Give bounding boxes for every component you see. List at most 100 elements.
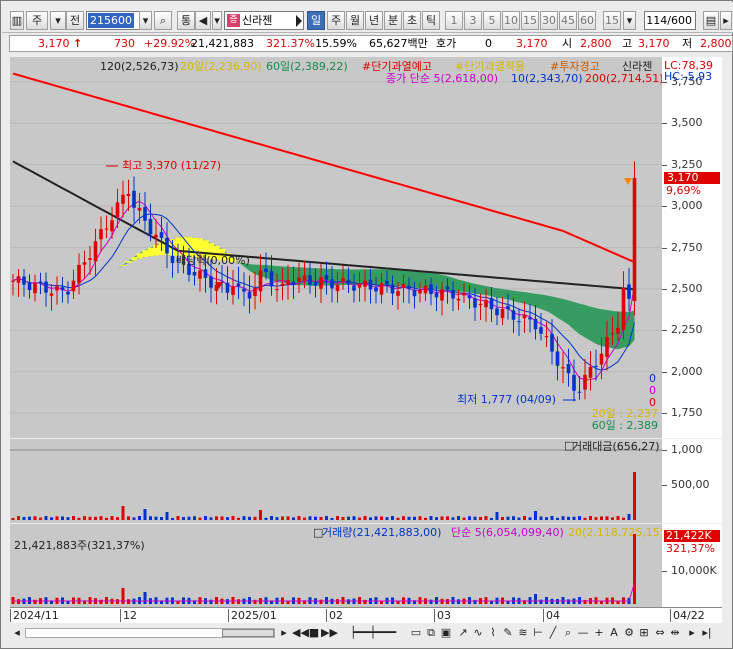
- minute-button-3[interactable]: 10: [502, 11, 520, 30]
- zoom-icon[interactable]: ⌕: [561, 625, 575, 641]
- overlay-icon[interactable]: ▣: [439, 625, 453, 641]
- ruler-icon[interactable]: ⊢: [531, 625, 545, 641]
- candle-body: [561, 367, 565, 369]
- period-button-1[interactable]: 주: [327, 11, 345, 30]
- minute-button-8[interactable]: 15: [603, 11, 621, 30]
- trade-value-bar: [226, 517, 229, 520]
- volume-ratio: 321.37%: [266, 37, 315, 50]
- trade-value-bar: [121, 506, 125, 520]
- minute-button-0[interactable]: 1: [445, 11, 463, 30]
- minute-button-4[interactable]: 15: [521, 11, 539, 30]
- trade-value-bar: [440, 516, 444, 520]
- more-icon[interactable]: ▸: [720, 11, 732, 30]
- fit-icon[interactable]: ⇔: [653, 625, 667, 641]
- minus-icon[interactable]: —: [576, 625, 590, 641]
- period-button-5[interactable]: 초: [403, 11, 421, 30]
- period-button-6[interactable]: 틱: [422, 11, 440, 30]
- price-chart-pane[interactable]: 120(2,526,73) 20일(2,236,90) 60일(2,389,22) #…: [10, 57, 662, 438]
- candle-body: [423, 285, 428, 294]
- minute-button-1[interactable]: 3: [464, 11, 482, 30]
- search-icon[interactable]: ⌕: [154, 11, 172, 30]
- speaker-icon[interactable]: ◀: [195, 11, 211, 30]
- prev-button[interactable]: 전: [66, 11, 84, 30]
- legend-line2-item: 종가 단순 5(2,618,00): [386, 72, 498, 85]
- trade-value-bar: [292, 517, 295, 520]
- minute-button-6[interactable]: 45: [559, 11, 577, 30]
- zoom-slider[interactable]: ┝━━┿━━━: [338, 625, 408, 641]
- compare-icon[interactable]: ⧉: [424, 625, 438, 641]
- minute-button-5[interactable]: 30: [540, 11, 558, 30]
- x-axis-label: 12: [120, 609, 137, 622]
- rewind-icon[interactable]: ◀◀: [292, 625, 309, 641]
- integrated-button[interactable]: 통: [177, 11, 195, 30]
- trade-value-bar: [138, 516, 141, 520]
- scroll-thumb[interactable]: [222, 629, 274, 637]
- candle-body: [484, 300, 488, 308]
- candle-body: [121, 194, 125, 204]
- price-axis-label: 3,500: [671, 116, 703, 130]
- chart-settings-icon[interactable]: ▤: [703, 11, 719, 30]
- scroll-track[interactable]: [25, 628, 275, 638]
- candle-body: [165, 237, 169, 254]
- price-chart[interactable]: 120(2,526,73) 20일(2,236,90) 60일(2,389,22) #…: [10, 57, 662, 438]
- scroll-left-icon[interactable]: ◂: [10, 625, 24, 641]
- volume-pane[interactable]: 거래량(21,421,883,00) 단순 5(6,054,099,40) 20(2…: [10, 524, 662, 607]
- trendline-icon[interactable]: ↗: [456, 625, 470, 641]
- candle-body: [88, 258, 92, 260]
- trade-value-chart[interactable]: □거래대금(656,27): [10, 439, 662, 523]
- plus-icon[interactable]: +: [592, 625, 606, 641]
- trade-value-bar: [506, 516, 510, 520]
- period-button-4[interactable]: 분: [384, 11, 402, 30]
- stop-icon[interactable]: ■: [307, 625, 321, 641]
- line-tool-icon[interactable]: ╱: [546, 625, 560, 641]
- minute-button-2[interactable]: 5: [483, 11, 501, 30]
- end-icon[interactable]: ▸|: [700, 625, 714, 641]
- stock-name-field[interactable]: 증 신라젠: [224, 11, 304, 30]
- volume-bar: [539, 599, 543, 604]
- x-axis-label: 2025/01: [228, 609, 277, 622]
- period-button-3[interactable]: 년: [365, 11, 383, 30]
- price-axis-tick: [662, 247, 667, 249]
- trade-value-bar: [479, 516, 482, 520]
- text-tool-icon[interactable]: A: [607, 625, 621, 641]
- x-axis-label: 04: [543, 609, 560, 622]
- market-selector[interactable]: 주: [26, 11, 48, 30]
- data-count-input[interactable]: 114/600: [644, 11, 696, 30]
- draw-icon[interactable]: ✎: [501, 625, 515, 641]
- pct-change-tag: 9,69%: [666, 183, 701, 197]
- candle-body: [115, 202, 120, 218]
- code-dropdown-icon[interactable]: ▾: [139, 11, 152, 30]
- price-axis-label: 3,250: [671, 157, 703, 171]
- fibonacci-icon[interactable]: ⌇: [486, 625, 500, 641]
- period-button-0[interactable]: 일: [307, 11, 325, 30]
- trade-value-bar: [297, 516, 301, 520]
- period-button-2[interactable]: 월: [346, 11, 364, 30]
- chart-type-icon[interactable]: ▥: [10, 11, 24, 30]
- dropdown-icon[interactable]: ▾: [50, 11, 66, 30]
- minute-button-7[interactable]: 60: [578, 11, 596, 30]
- split-icon[interactable]: ⇹: [668, 625, 682, 641]
- trade-value-bar: [380, 516, 383, 520]
- fast-forward-icon[interactable]: ▶▶: [321, 625, 338, 641]
- scroll-right-icon[interactable]: ▸: [277, 625, 291, 641]
- sound-dropdown-icon[interactable]: ▾: [212, 11, 222, 30]
- trade-value-pane[interactable]: □ 거래대금(656,27): [10, 439, 662, 523]
- trade-value-bar: [220, 516, 224, 520]
- trade-value-bar: [396, 517, 400, 520]
- trade-value-bar: [275, 517, 279, 520]
- value-axis-tick: [662, 485, 667, 486]
- candle-body: [297, 277, 301, 282]
- volume-chart[interactable]: 거래량(21,421,883,00) 단순 5(6,054,099,40) 20(2…: [10, 524, 662, 607]
- measure-icon[interactable]: ⊞: [637, 625, 651, 641]
- price-axis-label: 1,750: [671, 406, 703, 420]
- channel-icon[interactable]: ≋: [516, 625, 530, 641]
- minute-dropdown-icon[interactable]: ▾: [623, 11, 636, 30]
- trade-value-bar: [50, 517, 53, 520]
- settings-gear-icon[interactable]: ⚙: [622, 625, 636, 641]
- layout-icon[interactable]: ▭: [409, 625, 423, 641]
- volume-bar: [347, 599, 350, 604]
- trade-value-bar: [468, 516, 471, 520]
- scroll-next-icon[interactable]: ▸: [685, 625, 699, 641]
- wave-icon[interactable]: ∿: [471, 625, 485, 641]
- trade-value-bar: [589, 516, 592, 520]
